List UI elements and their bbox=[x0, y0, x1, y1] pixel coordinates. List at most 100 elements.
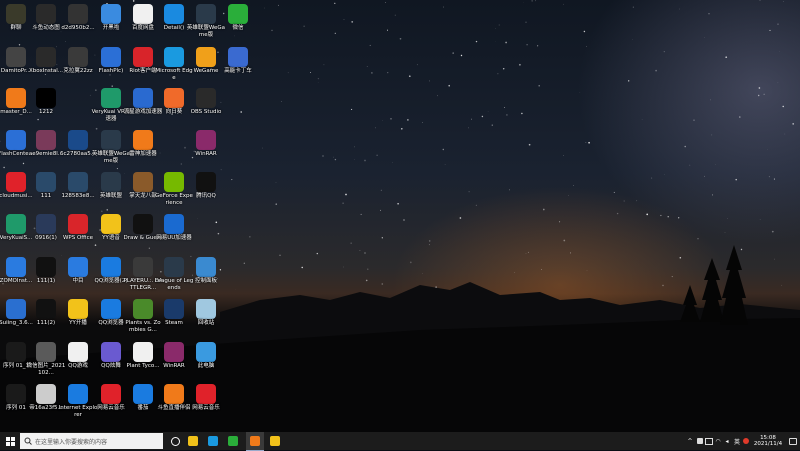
desktop-icon[interactable]: 番茄 bbox=[127, 382, 159, 424]
taskbar-pinned-app[interactable] bbox=[166, 432, 184, 450]
winrar-icon bbox=[164, 342, 184, 362]
taskbar-pinned-app[interactable] bbox=[184, 432, 202, 450]
notification-center-icon[interactable] bbox=[788, 432, 798, 450]
desktop-icon[interactable]: XboxInstal... bbox=[30, 45, 62, 87]
desktop-icon[interactable]: OBS Studio bbox=[190, 86, 222, 128]
desktop-icon[interactable]: 111(2) bbox=[30, 297, 62, 339]
desktop-icon[interactable]: 128583e8... bbox=[62, 170, 94, 212]
file-icon bbox=[36, 4, 56, 24]
taskbar-pinned-app[interactable] bbox=[246, 432, 264, 451]
desktop-icon[interactable]: 111(1) bbox=[30, 255, 62, 297]
desktop-icon[interactable]: 微信图片_2021102... bbox=[30, 340, 62, 382]
tray-volume-icon[interactable]: ◂ bbox=[723, 432, 731, 450]
obs-icon bbox=[196, 88, 216, 108]
desktop-icon[interactable]: 网易云音乐 bbox=[190, 382, 222, 424]
tray-network-icon[interactable] bbox=[705, 432, 713, 450]
desktop-icon[interactable]: 群聊 bbox=[0, 2, 32, 44]
desktop-icon[interactable]: Plants vs. Zombies G... bbox=[127, 297, 159, 339]
desktop-icon[interactable]: VeryKuaiS... bbox=[0, 212, 32, 254]
qq-icon bbox=[196, 172, 216, 192]
desktop-icon[interactable]: 高能卡丁车 bbox=[222, 45, 254, 87]
desktop-icon[interactable]: Draw & Guess bbox=[127, 212, 159, 254]
tray-overflow-chevron-icon[interactable]: ^ bbox=[686, 432, 694, 450]
desktop-icon[interactable]: cloudmusi... bbox=[0, 170, 32, 212]
desktop-icon[interactable]: WinRAR bbox=[158, 340, 190, 382]
desktop-icon-label: 控制面板 bbox=[186, 278, 226, 285]
tray-app-icon[interactable] bbox=[696, 432, 704, 450]
desktop-icon[interactable]: QQ游戏 bbox=[62, 340, 94, 382]
desktop-icon[interactable]: 向日葵 bbox=[158, 86, 190, 128]
desktop-icon[interactable]: 开黑啦 bbox=[95, 2, 127, 44]
desktop-icon[interactable]: WinRAR bbox=[190, 128, 222, 170]
search-placeholder: 在这里输入你要搜索的内容 bbox=[35, 437, 107, 446]
tray-wifi-icon[interactable]: ◠ bbox=[714, 432, 722, 450]
tray-clock[interactable]: 15:08 2021/11/4 bbox=[752, 432, 784, 450]
desktop-icon[interactable]: 网易云音乐 bbox=[95, 382, 127, 424]
desktop-icon[interactable]: 斗鱼直播伴侣 bbox=[158, 382, 190, 424]
desktop-icon[interactable]: 英雄联盟WeGame版 bbox=[95, 128, 127, 170]
file-icon bbox=[68, 47, 88, 67]
desktop-icon[interactable]: 腾讯QQ bbox=[190, 170, 222, 212]
desktop-icon[interactable]: Microsoft Edge bbox=[158, 45, 190, 87]
desktop-icon[interactable]: 中目 bbox=[62, 255, 94, 297]
desktop-icon[interactable]: 网易UU加速器 bbox=[158, 212, 190, 254]
desktop-icon[interactable]: Plant Tyco... bbox=[127, 340, 159, 382]
desktop-icon[interactable]: Internet Explorer bbox=[62, 382, 94, 424]
yy-icon bbox=[101, 214, 121, 234]
liuxing-icon bbox=[133, 88, 153, 108]
start-button[interactable] bbox=[0, 432, 20, 450]
pvz-icon bbox=[133, 299, 153, 319]
uu-icon bbox=[164, 214, 184, 234]
desktop-icon[interactable]: League of Legends bbox=[158, 255, 190, 297]
desktop-icon[interactable]: 0916(1) bbox=[30, 212, 62, 254]
desktop-icon[interactable]: d2d950b2... bbox=[62, 2, 94, 44]
taskbar-search-box[interactable]: 在这里输入你要搜索的内容 bbox=[20, 433, 163, 449]
desktop-icon[interactable]: VeryKuai VR加速器 bbox=[95, 86, 127, 128]
photo-icon bbox=[6, 4, 26, 24]
image-icon bbox=[36, 342, 56, 362]
desktop-icon[interactable]: WeGame bbox=[190, 45, 222, 87]
taskbar-pinned-app[interactable] bbox=[204, 432, 222, 450]
zhongmu-icon bbox=[68, 257, 88, 277]
desktop-icon[interactable]: WPS Office bbox=[62, 212, 94, 254]
desktop-icon[interactable]: 克拉翼22zz bbox=[62, 45, 94, 87]
desktop-icon[interactable]: Steam bbox=[158, 297, 190, 339]
desktop-icon[interactable]: 111 bbox=[30, 170, 62, 212]
desktop-icon[interactable]: 控制面板 bbox=[190, 255, 222, 297]
desktop-icon[interactable]: YY开播 bbox=[62, 297, 94, 339]
desktop-icon-label: WinRAR bbox=[186, 151, 226, 158]
desktop-icon[interactable]: 英雄联盟 bbox=[95, 170, 127, 212]
desktop-icon[interactable]: 1212 bbox=[30, 86, 62, 128]
lol-icon bbox=[101, 172, 121, 192]
taskbar-pinned-app[interactable] bbox=[224, 432, 242, 450]
desktop-icon[interactable]: 回收站 bbox=[190, 297, 222, 339]
desktop-icon[interactable]: Suiing_3.6... bbox=[0, 297, 32, 339]
desktop-icon[interactable]: GeForce Experience bbox=[158, 170, 190, 212]
video-icon bbox=[6, 384, 26, 404]
kaiheila-icon bbox=[101, 4, 121, 24]
desktop-icon[interactable]: QQ炫舞 bbox=[95, 340, 127, 382]
file-icon bbox=[36, 384, 56, 404]
desktop-icon[interactable]: 英雄联盟WeGame版 bbox=[190, 2, 222, 44]
desktop-icon[interactable]: 斗鱼动态图 bbox=[30, 2, 62, 44]
tray-ime-indicator[interactable]: 英 bbox=[733, 432, 741, 450]
desktop-icon[interactable]: 此电脑 bbox=[190, 340, 222, 382]
tray-security-icon[interactable] bbox=[742, 432, 750, 450]
desktop-icon[interactable]: 雷神加速器 bbox=[127, 128, 159, 170]
desktop-icon[interactable]: FlashCente... bbox=[0, 128, 32, 170]
desktop-icon[interactable]: 微信 bbox=[222, 2, 254, 44]
desktop-icon[interactable]: YY语音 bbox=[95, 212, 127, 254]
desktop-icon[interactable]: 流星游戏加速器 bbox=[127, 86, 159, 128]
taskbar-pinned-app[interactable] bbox=[266, 432, 284, 450]
desktop-icon[interactable]: 百度网盘 bbox=[127, 2, 159, 44]
blank-icon bbox=[36, 257, 56, 277]
desktop-icon[interactable]: master_D... bbox=[0, 86, 32, 128]
desktop-icon[interactable]: 序列 01 bbox=[0, 382, 32, 424]
desktop-icon[interactable]: 6c2780aa5... bbox=[62, 128, 94, 170]
desktop-icon[interactable]: DamitoPr... bbox=[0, 45, 32, 87]
search-icon bbox=[24, 437, 32, 445]
desktop-icon[interactable]: ae9emie8l... bbox=[30, 128, 62, 170]
desktop-icon[interactable]: ZOMOInst... bbox=[0, 255, 32, 297]
desktop-icon-label: 微信 bbox=[218, 25, 258, 32]
desktop-icon[interactable]: FlashPlc) bbox=[95, 45, 127, 87]
